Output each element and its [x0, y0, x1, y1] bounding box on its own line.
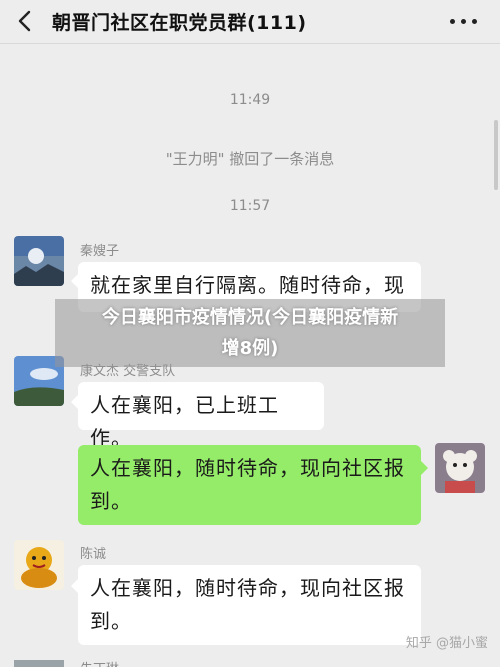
- timestamp: 11:49: [229, 92, 271, 108]
- message-bubble[interactable]: 人在襄阳，已上班工作。: [78, 382, 324, 450]
- message-bubble[interactable]: 人在襄阳，随时待命，现向社区报 到。: [78, 565, 421, 645]
- watermark: 知乎 @猫小蜜: [405, 636, 488, 651]
- message-text: 到。: [90, 609, 132, 633]
- message-text: 人在襄阳，随时待命，现向社区报: [90, 456, 405, 480]
- caption-line: 今日襄阳市疫情情况(今日襄阳疫情新: [101, 307, 399, 328]
- chat-header: 朝晋门社区在职党员群(111): [0, 0, 500, 44]
- message-text: 就在家里自行隔离。随时待命，现: [90, 273, 405, 297]
- bubble-tail: [71, 395, 78, 409]
- own-message-bubble[interactable]: 人在襄阳，随时待命，现向社区报 到。: [78, 445, 421, 525]
- partial-avatar[interactable]: [14, 656, 64, 667]
- sender-name: 秦嫂子: [80, 244, 120, 259]
- timestamp: 11:57: [229, 198, 271, 214]
- bubble-tail: [421, 461, 428, 475]
- chat-title: 朝晋门社区在职党员群(111): [52, 12, 307, 34]
- bubble-tail: [71, 274, 78, 288]
- more-dots-icon[interactable]: [450, 16, 478, 26]
- system-notice: "王力明" 撤回了一条消息: [165, 150, 335, 168]
- message-text: 人在襄阳，已上班工作。: [90, 393, 279, 450]
- chevron-left-icon[interactable]: [14, 9, 38, 33]
- bubble-tail: [71, 579, 78, 593]
- golden-figure-avatar[interactable]: [14, 540, 64, 590]
- plush-toy-avatar[interactable]: [435, 443, 485, 493]
- message-text: 人在襄阳，随时待命，现向社区报: [90, 576, 405, 600]
- caption-text: 今日襄阳市疫情情况(今日襄阳疫情新 增8例): [55, 302, 445, 364]
- landscape-avatar[interactable]: [14, 236, 64, 286]
- message-text: 到。: [90, 489, 132, 513]
- caption-line: 增8例): [221, 338, 279, 359]
- sender-name: 朱丁琳: [80, 658, 119, 667]
- sender-name: 陈诚: [80, 547, 107, 562]
